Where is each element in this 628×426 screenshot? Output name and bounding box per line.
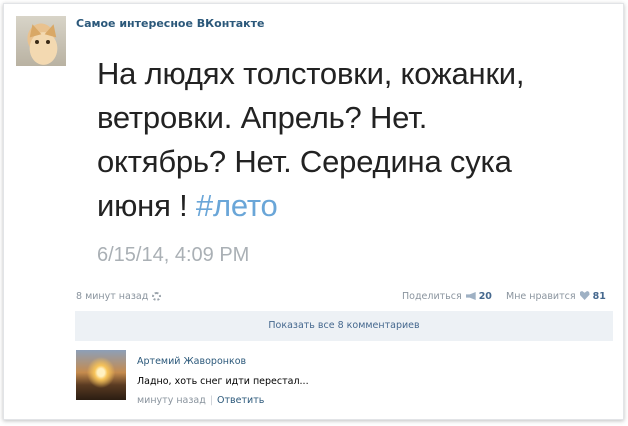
tweet-line: На людях толстовки, кожанки, — [97, 56, 525, 91]
author-avatar[interactable] — [16, 16, 66, 66]
tweet-text: На людях толстовки, кожанки, ветровки. А… — [97, 52, 597, 228]
share-label: Поделиться — [402, 291, 462, 302]
comment-time-link[interactable]: минуту назад — [137, 395, 206, 406]
like-label: Мне нравится — [506, 291, 576, 302]
commenter-name-link[interactable]: Артемий Жаворонков — [137, 356, 246, 367]
cat-ear-right — [44, 22, 60, 38]
cat-eye-left — [35, 40, 39, 44]
tweet-date: 6/15/14, 4:09 PM — [97, 244, 250, 266]
reply-link[interactable]: Ответить — [217, 395, 264, 406]
tweet-line: июня ! #лето — [97, 184, 597, 228]
post-time-link[interactable]: 8 минут назад — [76, 291, 148, 302]
post-author-link[interactable]: Самое интересное ВКонтакте — [76, 17, 264, 30]
share-count: 20 — [478, 291, 492, 302]
cat-eye-right — [46, 40, 50, 44]
tweet-line: октябрь? Нет. Середина сука — [97, 144, 512, 179]
commenter-avatar[interactable] — [76, 350, 126, 400]
like-count: 81 — [592, 291, 606, 302]
show-all-comments-button[interactable]: Показать все 8 комментариев — [75, 311, 613, 341]
hashtag-link[interactable]: #лето — [196, 188, 278, 223]
post-time: 8 минут назад — [76, 291, 162, 302]
comment-meta: минуту назад | Ответить — [137, 395, 264, 406]
like-button[interactable]: Мне нравится 81 — [506, 291, 606, 302]
comment-text: Ладно, хоть снег идти перестал... — [137, 376, 309, 387]
share-button[interactable]: Поделиться 20 — [402, 291, 492, 302]
heart-icon — [579, 291, 590, 300]
megaphone-icon — [465, 292, 476, 300]
wall-post: Самое интересное ВКонтакте На людях толс… — [3, 3, 624, 420]
gear-icon[interactable] — [152, 292, 162, 301]
cat-ear-left — [26, 22, 42, 38]
comment-meta-separator: | — [209, 395, 214, 406]
tweet-line: ветровки. Апрель? Нет. — [97, 100, 428, 135]
tweet-line-text: июня ! — [97, 188, 196, 223]
